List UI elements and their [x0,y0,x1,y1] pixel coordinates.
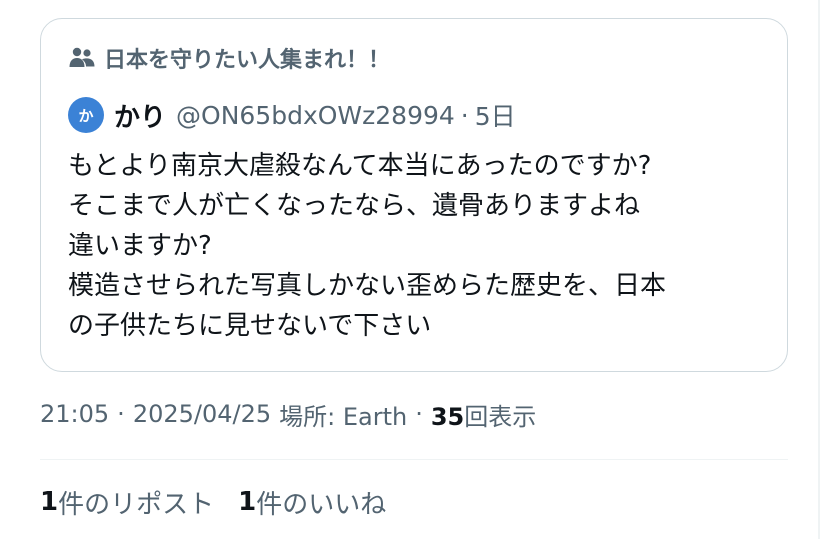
post-text-line: そこまで人が亡くなったなら、遺骨ありますよね [68,191,641,221]
post-text-line: もとより南京大虐殺なんて本当にあったのですか? [68,151,652,181]
reposts-label: 件のリポスト [58,489,215,520]
community-link[interactable]: 日本を守りたい人集まれ！！ [68,40,390,76]
post-text-line: の子供たちに見せないで下さい [68,311,432,341]
engagement-stats: 1 件のリポスト 1 件のいいね [40,482,386,522]
post-detail-page: 日本を守りたい人集まれ！！ か かり @ON65bdxOWz28994 · 5日… [0,0,828,539]
divider [40,459,788,460]
post-timestamp-date[interactable]: 2025/04/25 [133,400,271,428]
separator-dot: · [460,100,469,130]
avatar-initial: か [78,106,94,125]
post-text-line: 模造させられた写真しかない歪めらた歴史を、日本 [68,271,667,301]
likes-count: 1 [238,487,257,517]
community-name: 日本を守りたい人集まれ！！ [104,48,391,73]
quoted-post-header: か かり @ON65bdxOWz28994 · 5日 [68,92,516,138]
separator-dot: · [117,400,125,428]
community-icon [69,47,95,67]
post-location: 場所: Earth [279,402,408,431]
post-text-line: 違いますか? [68,231,212,261]
reposts-count: 1 [40,487,59,517]
post-timestamp-time[interactable]: 21:05 [40,400,109,428]
post-metadata: 21:05 · 2025/04/25 場所: Earth · 35回表示 [40,394,536,434]
column-divider [818,0,820,539]
likes-link[interactable]: 1 件のいいね [238,484,386,521]
quoted-post-text: もとより南京大虐殺なんて本当にあったのですか? そこまで人が亡くなったなら、遺骨… [68,146,780,346]
author-handle[interactable]: @ON65bdxOWz28994 [176,101,455,130]
avatar[interactable]: か [68,97,104,133]
view-count-label: 回表示 [464,402,537,431]
author-display-name[interactable]: かり [114,97,166,134]
view-count: 35回表示 [431,397,536,432]
reposts-link[interactable]: 1 件のリポスト [40,484,214,521]
likes-label: 件のいいね [256,489,387,520]
view-count-number: 35 [430,402,465,431]
post-relative-time[interactable]: 5日 [475,97,516,133]
separator-dot: · [415,400,423,428]
